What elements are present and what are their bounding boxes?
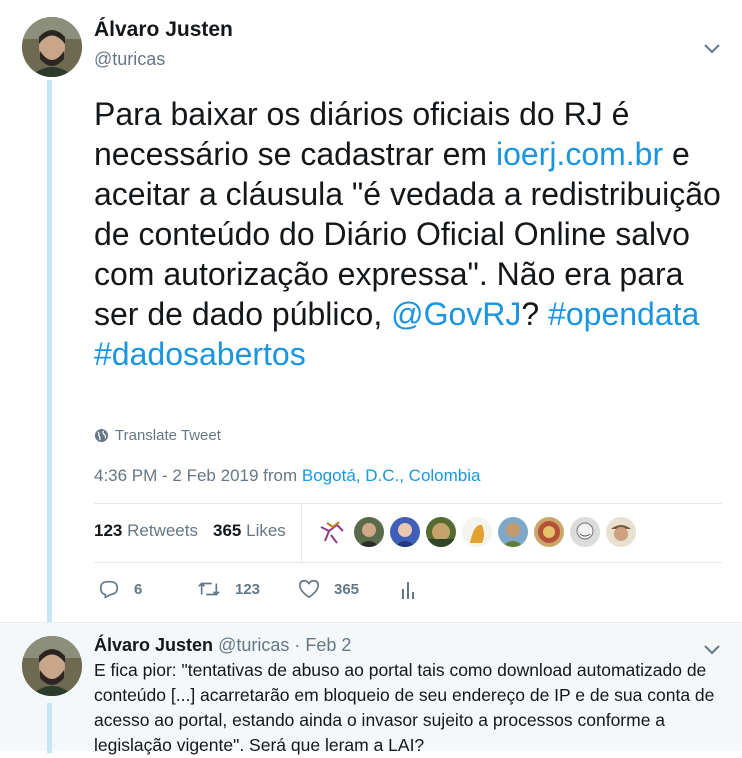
tweet-text-part: ?: [521, 296, 549, 332]
chevron-down-icon[interactable]: [702, 38, 722, 63]
hashtag-link[interactable]: #dadosabertos: [94, 336, 306, 372]
location-link[interactable]: Bogotá, D.C., Colombia: [302, 466, 481, 485]
retweet-count: 123: [94, 521, 123, 540]
liker-avatar[interactable]: [606, 517, 636, 547]
analytics-icon: [402, 582, 414, 599]
retweet-action-count: 123: [235, 580, 261, 598]
liker-avatar[interactable]: [498, 517, 528, 547]
hashtag-link[interactable]: #opendata: [548, 296, 699, 332]
timestamp[interactable]: 4:36 PM - 2 Feb 2019 from: [94, 466, 302, 485]
retweet-button[interactable]: 123: [197, 578, 260, 600]
avatar-image: [22, 636, 82, 696]
stats-divider: [301, 503, 302, 562]
liker-avatar[interactable]: [534, 517, 564, 547]
retweets-stat[interactable]: 123 Retweets: [94, 521, 198, 541]
reply-header: Álvaro Justen @turicas · Feb 2: [94, 635, 351, 656]
like-label: Likes: [246, 521, 286, 540]
heart-icon: [299, 579, 319, 599]
thread-line-main: [47, 80, 52, 632]
like-count: 365: [213, 521, 242, 540]
avatar-image: [22, 17, 82, 77]
liker-avatar[interactable]: [462, 517, 492, 547]
author-name[interactable]: Álvaro Justen: [94, 18, 233, 42]
author-handle[interactable]: @turicas: [94, 49, 165, 70]
analytics-button[interactable]: [400, 578, 430, 600]
tweet-link[interactable]: ioerj.com.br: [496, 136, 663, 172]
translate-label: Translate Tweet: [115, 427, 221, 444]
divider: [94, 562, 722, 563]
tweet-metadata: 4:36 PM - 2 Feb 2019 from Bogotá, D.C., …: [94, 466, 480, 486]
separator: ·: [294, 635, 301, 655]
reply-author-avatar[interactable]: [22, 636, 82, 696]
divider: [94, 503, 722, 504]
reply-button[interactable]: 6: [98, 578, 142, 600]
likes-stat[interactable]: 365 Likes: [213, 521, 286, 541]
liker-avatar[interactable]: [426, 517, 456, 547]
translate-button[interactable]: Translate Tweet: [94, 427, 221, 444]
reply-count: 6: [134, 580, 143, 598]
thread-line-reply: [47, 703, 52, 753]
liker-avatar[interactable]: [317, 517, 347, 547]
author-avatar[interactable]: [22, 17, 82, 77]
retweet-label: Retweets: [127, 521, 198, 540]
reply-author-handle[interactable]: @turicas: [218, 635, 289, 655]
reply-icon: [99, 580, 119, 599]
globe-icon: [94, 428, 109, 443]
liker-avatar[interactable]: [354, 517, 384, 547]
retweet-icon: [198, 582, 220, 596]
reply-date[interactable]: Feb 2: [305, 635, 351, 655]
liker-avatar[interactable]: [390, 517, 420, 547]
mention-link[interactable]: @GovRJ: [391, 296, 521, 332]
tweet-text: Para baixar os diários oficiais do RJ é …: [94, 94, 724, 374]
reply-tweet[interactable]: Álvaro Justen @turicas · Feb 2 E fica pi…: [0, 622, 742, 755]
reply-text: E fica pior: "tentativas de abuso ao por…: [94, 660, 715, 755]
like-action-count: 365: [334, 580, 360, 598]
like-button[interactable]: 365: [298, 578, 359, 600]
reply-author-name[interactable]: Álvaro Justen: [94, 635, 213, 655]
liker-avatar[interactable]: [570, 517, 600, 547]
